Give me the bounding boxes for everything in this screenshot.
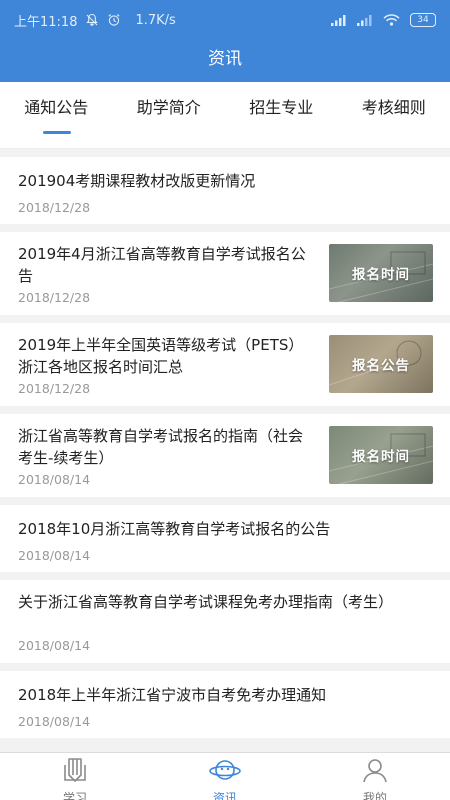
article-date: 2018/12/28	[18, 381, 91, 396]
notifications-off-icon	[85, 13, 99, 27]
article-title: 关于浙江省高等教育自学考试课程免考办理指南（考生）	[18, 593, 394, 611]
thumbnail-caption: 报名时间	[352, 267, 410, 283]
wifi-icon	[383, 14, 400, 26]
signal-icon-2	[357, 14, 373, 26]
network-speed: 1.7K/s	[135, 12, 176, 28]
article-date: 2018/12/28	[18, 200, 91, 215]
article-date: 2018/08/14	[18, 714, 91, 729]
battery-indicator: 34	[410, 13, 436, 27]
article-thumbnail: 报名时间	[329, 426, 433, 484]
status-time: 上午11:18	[14, 14, 78, 30]
article-title: 2018年10月浙江高等教育自学考试报名的公告	[18, 520, 331, 538]
app-header: 上午11:18 1.7K/s 34 资讯	[0, 0, 450, 82]
article-date: 2018/08/14	[18, 638, 91, 653]
tab-notices[interactable]: 通知公告	[0, 82, 113, 149]
article-title: 浙江省高等教育自学考试报名的指南（社会考生-续考生）	[18, 427, 304, 467]
tab-aid-intro[interactable]: 助学简介	[113, 82, 226, 149]
list-item[interactable]: 浙江省高等教育自学考试报名的指南（社会考生-续考生） 2018/08/14 报名…	[0, 414, 450, 497]
article-date: 2018/12/28	[18, 290, 91, 305]
nav-label: 学习	[62, 791, 87, 800]
tab-majors[interactable]: 招生专业	[225, 82, 338, 149]
page-title: 资讯	[208, 49, 242, 69]
nav-label: 我的	[362, 791, 387, 800]
alarm-icon	[107, 13, 121, 27]
article-title: 2019年4月浙江省高等教育自学考试报名公告	[18, 245, 306, 285]
category-tabs: 通知公告 助学简介 招生专业 考核细则	[0, 82, 450, 149]
list-item[interactable]: 2019年上半年全国英语等级考试（PETS）浙江各地区报名时间汇总 2018/1…	[0, 323, 450, 406]
signal-icon	[331, 14, 347, 26]
article-title: 201904考期课程教材改版更新情况	[18, 172, 256, 190]
thumbnail-caption: 报名时间	[352, 449, 410, 465]
nav-news[interactable]: 资讯	[150, 753, 300, 800]
status-bar: 上午11:18 1.7K/s 34	[0, 0, 450, 40]
nav-profile[interactable]: 我的	[300, 753, 450, 800]
article-list: 201904考期课程教材改版更新情况 2018/12/28 2019年4月浙江省…	[0, 149, 450, 738]
tab-assessment-rules[interactable]: 考核细则	[338, 82, 450, 149]
list-item[interactable]: 201904考期课程教材改版更新情况 2018/12/28	[0, 157, 450, 224]
person-icon	[361, 756, 389, 788]
list-item[interactable]: 2019年4月浙江省高等教育自学考试报名公告 2018/12/28 报名时间	[0, 232, 450, 315]
thumbnail-caption: 报名公告	[352, 358, 410, 374]
nav-label: 资讯	[212, 791, 237, 800]
article-thumbnail: 报名公告	[329, 335, 433, 393]
list-item[interactable]: 2018年上半年浙江省宁波市自考免考办理通知 2018/08/14	[0, 671, 450, 738]
article-date: 2018/08/14	[18, 548, 91, 563]
article-title: 2018年上半年浙江省宁波市自考免考办理通知	[18, 686, 327, 704]
bottom-navigation: 学习 资讯 我的	[0, 752, 450, 800]
list-item[interactable]: 2018年10月浙江高等教育自学考试报名的公告 2018/08/14	[0, 505, 450, 572]
article-title: 2019年上半年全国英语等级考试（PETS）浙江各地区报名时间汇总	[18, 336, 304, 376]
nav-study[interactable]: 学习	[0, 753, 150, 800]
article-date: 2018/08/14	[18, 472, 91, 487]
list-item[interactable]: 关于浙江省高等教育自学考试课程免考办理指南（考生） 2018/08/14	[0, 580, 450, 663]
planet-icon	[209, 756, 241, 788]
article-thumbnail: 报名时间	[329, 244, 433, 302]
book-pencil-icon	[61, 756, 89, 788]
